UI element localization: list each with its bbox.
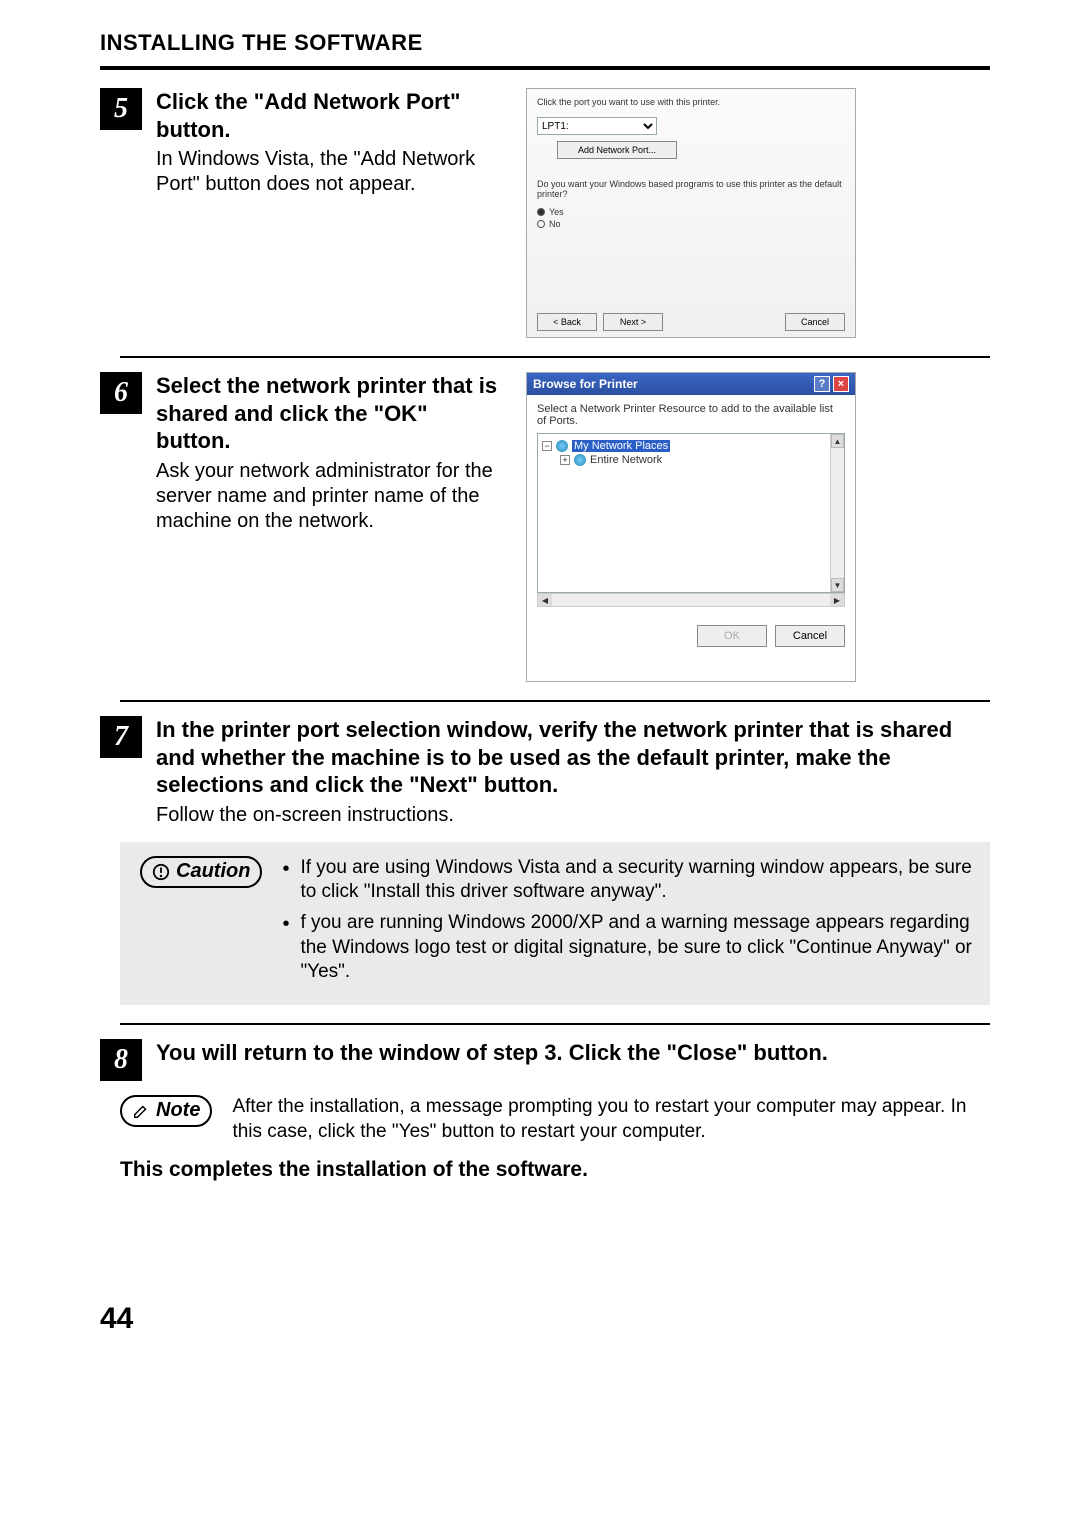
note-text: After the installation, a message prompt… xyxy=(232,1095,990,1144)
step-8-title: You will return to the window of step 3.… xyxy=(156,1039,972,1067)
radio-no-row[interactable]: No xyxy=(537,219,845,229)
dialog-prompt: Click the port you want to use with this… xyxy=(537,97,845,107)
step-7-row: 7 In the printer port selection window, … xyxy=(100,716,990,828)
browse-dialog-footer: OK Cancel xyxy=(527,615,855,657)
dialog-instruction: Select a Network Printer Resource to add… xyxy=(537,403,845,427)
section-title: INSTALLING THE SOFTWARE xyxy=(100,30,990,56)
step-6-row: 6 Select the network printer that is sha… xyxy=(100,372,990,682)
step-number-6: 6 xyxy=(100,372,142,414)
step-6-body: Ask your network administrator for the s… xyxy=(156,459,508,534)
back-button[interactable]: < Back xyxy=(537,313,597,331)
note-badge: Note xyxy=(120,1095,212,1127)
close-icon[interactable]: × xyxy=(833,376,849,392)
caution-item: If you are using Windows Vista and a sec… xyxy=(282,856,974,905)
caution-icon xyxy=(152,863,170,881)
step-7-body: Follow the on-screen instructions. xyxy=(156,803,972,828)
caution-label: Caution xyxy=(176,860,250,883)
page-number: 44 xyxy=(100,1302,990,1336)
ok-button[interactable]: OK xyxy=(697,625,767,647)
step-number-8: 8 xyxy=(100,1039,142,1081)
step-6-title: Select the network printer that is share… xyxy=(156,372,508,455)
cancel-button[interactable]: Cancel xyxy=(785,313,845,331)
browse-printer-dialog: Browse for Printer ? × Select a Network … xyxy=(526,372,856,682)
step-divider xyxy=(120,356,990,358)
tree-child-label: Entire Network xyxy=(590,454,662,466)
entire-network-icon xyxy=(574,454,586,466)
step-5-text: Click the "Add Network Port" button. In … xyxy=(156,88,526,197)
vertical-scrollbar[interactable]: ▲ ▼ xyxy=(830,434,844,592)
tree-root-label: My Network Places xyxy=(572,440,670,452)
next-button[interactable]: Next > xyxy=(603,313,663,331)
section-divider xyxy=(100,66,990,70)
dialog-title: Browse for Printer xyxy=(533,377,638,391)
tree-node-root[interactable]: − My Network Places xyxy=(542,440,840,452)
caution-item: f you are running Windows 2000/XP and a … xyxy=(282,911,974,985)
step-7-title: In the printer port selection window, ve… xyxy=(156,716,972,799)
step-5-screenshot-col: Click the port you want to use with this… xyxy=(526,88,856,338)
step-5-row: 5 Click the "Add Network Port" button. I… xyxy=(100,88,990,338)
step-6-screenshot-col: Browse for Printer ? × Select a Network … xyxy=(526,372,856,682)
help-icon[interactable]: ? xyxy=(814,376,830,392)
radio-no-icon xyxy=(537,220,545,228)
collapse-icon[interactable]: − xyxy=(542,441,552,451)
step-number-7: 7 xyxy=(100,716,142,758)
step-5-title: Click the "Add Network Port" button. xyxy=(156,88,508,143)
horizontal-scrollbar[interactable]: ◀ ▶ xyxy=(537,593,845,607)
dialog-body: Select a Network Printer Resource to add… xyxy=(527,395,855,615)
step-5-body: In Windows Vista, the "Add Network Port"… xyxy=(156,147,508,197)
cancel-button[interactable]: Cancel xyxy=(775,625,845,647)
titlebar-icons: ? × xyxy=(814,376,849,392)
note-label: Note xyxy=(156,1099,200,1122)
caution-badge: Caution xyxy=(140,856,262,888)
caution-callout: Caution If you are using Windows Vista a… xyxy=(120,842,990,1005)
step-divider xyxy=(120,1023,990,1025)
radio-yes-row[interactable]: Yes xyxy=(537,207,845,217)
port-field-row: LPT1: xyxy=(537,117,845,135)
expand-icon[interactable]: + xyxy=(560,455,570,465)
scroll-down-icon[interactable]: ▼ xyxy=(831,578,844,592)
caution-list: If you are using Windows Vista and a sec… xyxy=(282,856,974,991)
pencil-icon xyxy=(132,1102,150,1120)
step-7-text: In the printer port selection window, ve… xyxy=(156,716,990,828)
radio-yes-label: Yes xyxy=(549,207,564,217)
scroll-right-icon[interactable]: ▶ xyxy=(830,594,844,606)
note-row: Note After the installation, a message p… xyxy=(120,1095,990,1144)
manual-page: INSTALLING THE SOFTWARE 5 Click the "Add… xyxy=(0,0,1080,1366)
step-8-row: 8 You will return to the window of step … xyxy=(100,1039,990,1081)
step-divider xyxy=(120,700,990,702)
step-6-text: Select the network printer that is share… xyxy=(156,372,526,534)
step-number-5: 5 xyxy=(100,88,142,130)
port-select[interactable]: LPT1: xyxy=(537,117,657,135)
dialog-footer: < Back Next > Cancel xyxy=(537,313,845,331)
radio-no-label: No xyxy=(549,219,561,229)
tree-node-child[interactable]: + Entire Network xyxy=(560,454,840,466)
conclusion-text: This completes the installation of the s… xyxy=(120,1158,990,1182)
network-places-icon xyxy=(556,440,568,452)
radio-yes-icon xyxy=(537,208,545,216)
dialog-titlebar: Browse for Printer ? × xyxy=(527,373,855,395)
port-selection-dialog: Click the port you want to use with this… xyxy=(526,88,856,338)
step-8-text: You will return to the window of step 3.… xyxy=(156,1039,990,1071)
scroll-up-icon[interactable]: ▲ xyxy=(831,434,844,448)
printer-tree[interactable]: − My Network Places + Entire Network ▲ xyxy=(537,433,845,593)
default-printer-question: Do you want your Windows based programs … xyxy=(537,179,845,199)
add-network-port-button[interactable]: Add Network Port... xyxy=(557,141,677,159)
scroll-left-icon[interactable]: ◀ xyxy=(538,594,552,606)
